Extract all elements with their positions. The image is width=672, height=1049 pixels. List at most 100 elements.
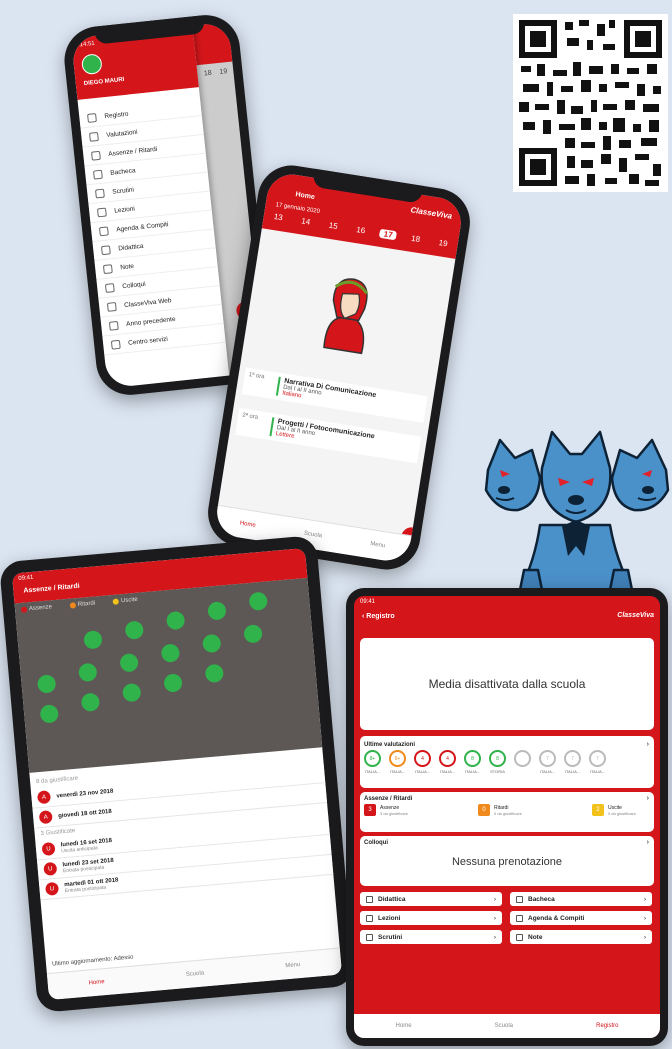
absence-summary-item[interactable]: 0 Ritardi 0 da giustificare (477, 804, 522, 816)
tab-menu[interactable]: Menu (370, 541, 386, 549)
lessons-icon (366, 914, 373, 922)
day-number[interactable]: 18 (204, 70, 212, 78)
absence-day-dot[interactable] (124, 620, 145, 640)
absence-day-dot[interactable] (165, 610, 186, 631)
absence-day-dot[interactable] (207, 601, 227, 621)
grade-item[interactable] (514, 750, 531, 774)
absence-day-dot[interactable] (248, 591, 269, 612)
nav-didattica[interactable]: Didattica › (360, 892, 502, 906)
nav-scrutini[interactable]: Scrutini › (360, 930, 502, 944)
absence-day-dot[interactable] (160, 643, 181, 663)
scrutini-icon (94, 188, 105, 199)
legend-swatch (69, 602, 77, 609)
grade-subject: ITALIA... (364, 769, 381, 774)
meetings-card[interactable]: Colloqui › Nessuna prenotazione (360, 836, 654, 886)
grade-item[interactable]: 8+ ITALIA... (364, 750, 381, 774)
nav-lezioni[interactable]: Lezioni › (360, 911, 502, 925)
absence-day-dot[interactable] (121, 682, 142, 703)
side-drawer: 14:51 DIEGO MAURI Registro Valutazioni Ass… (71, 25, 230, 389)
chevron-right-icon: › (493, 933, 496, 941)
absence-day-dot[interactable] (80, 692, 101, 713)
drawer-menu: Registro Valutazioni Assenze / Ritardi Bach… (78, 87, 226, 356)
absence-summary-item[interactable]: 3 Assenze 3 da giustificare (364, 804, 408, 816)
grades-title: Ultime valutazioni (364, 742, 416, 748)
day-number[interactable]: 17 (379, 228, 398, 241)
absence-day-dot[interactable] (119, 652, 139, 673)
grades-card[interactable]: Ultime valutazioni › 8+ ITALIA... 6+ ITALIA… (360, 736, 654, 788)
day-number[interactable]: 13 (269, 211, 287, 223)
back-label: Registro (366, 613, 395, 620)
menu-item-label: Scrutini (111, 186, 135, 196)
day-number[interactable]: 19 (434, 237, 452, 249)
didactic-icon (366, 895, 373, 903)
nav-agenda-compiti[interactable]: Agenda & Compiti › (510, 911, 652, 925)
tab-registro[interactable]: Registro (596, 1023, 618, 1029)
absence-day-dot[interactable] (78, 662, 98, 683)
screen-title: Assenze / Ritardi (23, 582, 80, 595)
nav-label: Bacheca (528, 895, 555, 903)
absence-date: giovedì 18 ott 2018 (57, 808, 112, 820)
grade-item[interactable]: 7 ITALIA... (539, 750, 556, 774)
nav-note[interactable]: Note › (510, 930, 652, 944)
menu-item-label: Bacheca (109, 166, 136, 177)
grade-subject: STORIA (490, 769, 505, 774)
day-number[interactable]: 19 (219, 68, 227, 76)
lesson-list: 1ª ora Narrativa Di Comunicazione Dal I al… (233, 367, 428, 477)
legend-item: Ritardi (69, 600, 95, 609)
legend-label: Assenze (28, 604, 53, 613)
nav-bacheca[interactable]: Bacheca › (510, 892, 652, 906)
app-header: 09:41 ‹ Registro ClasseViva (354, 596, 660, 628)
absence-summary-text: Ritardi 0 da giustificare (494, 805, 522, 816)
tab-menu[interactable]: Menu (285, 962, 300, 969)
absences-card[interactable]: Assenze / Ritardi › 3 Assenze 3 da giustif… (360, 792, 654, 832)
chevron-right-icon: › (646, 795, 649, 802)
absence-summary-item[interactable]: 2 Uscite 0 da giustificare (591, 804, 636, 816)
grade-item[interactable]: 8 STORIA (489, 750, 506, 774)
tab-scuola[interactable]: Scuola (303, 531, 322, 540)
day-number[interactable]: 15 (324, 220, 342, 232)
previous-year-icon (108, 320, 119, 331)
grade-item[interactable]: 7 ITALIA... (564, 750, 581, 774)
avatar[interactable] (80, 53, 103, 76)
legend-item: Uscite (112, 596, 138, 605)
absence-day-dot[interactable] (39, 704, 60, 724)
menu-item-label: Colloqui (121, 280, 146, 290)
grade-item[interactable]: 4 ITALIA... (414, 750, 431, 774)
note-icon (516, 933, 523, 941)
grade-circle: 7 (589, 750, 606, 767)
absence-day-dot[interactable] (83, 630, 103, 650)
grade-item[interactable]: 4 ITALIA... (439, 750, 456, 774)
back-button[interactable]: ‹ Registro (362, 613, 395, 620)
day-number[interactable]: 18 (407, 233, 425, 245)
day-strip: 13 14 15 16 17 18 19 (269, 211, 452, 249)
tab-scuola[interactable]: Scuola (186, 970, 205, 978)
grade-subject: ITALIA... (389, 769, 406, 774)
tab-home[interactable]: Home (88, 979, 104, 986)
absence-day-dot[interactable] (204, 663, 225, 684)
day-number[interactable]: 14 (297, 216, 315, 228)
absence-day-dot[interactable] (36, 674, 57, 694)
nav-label: Agenda & Compiti (528, 914, 585, 922)
register-tablet: 09:41 ‹ Registro ClasseViva Media disatt… (346, 588, 668, 1046)
absence-day-dot[interactable] (163, 673, 183, 693)
absence-calendar: Assenze Ritardi Uscite (14, 577, 323, 773)
tab-home[interactable]: Home (239, 520, 256, 528)
lesson-time: 2ª ora (241, 412, 259, 421)
chevron-right-icon: › (646, 741, 649, 748)
grade-item[interactable]: 6+ ITALIA... (389, 750, 406, 774)
grade-item[interactable]: 7 ITALIA... (589, 750, 606, 774)
legend-label: Uscite (120, 596, 138, 605)
nav-label: Lezioni (378, 914, 401, 922)
tab-scuola[interactable]: Scuola (495, 1023, 513, 1029)
absence-day-dot[interactable] (202, 633, 222, 654)
menu-item-label: Assenze / Ritardi (107, 145, 158, 158)
meetings-title: Colloqui (364, 840, 388, 846)
tab-home[interactable]: Home (396, 1023, 412, 1029)
absence-badge: U (43, 861, 58, 876)
grade-item[interactable]: 8 ITALIA... (464, 750, 481, 774)
brand-logo: ClasseViva (617, 612, 654, 619)
day-number[interactable]: 16 (352, 224, 370, 236)
lesson-time: 1ª ora (248, 372, 265, 381)
absence-count-badge: 2 (591, 804, 604, 816)
absence-day-dot[interactable] (243, 624, 263, 644)
